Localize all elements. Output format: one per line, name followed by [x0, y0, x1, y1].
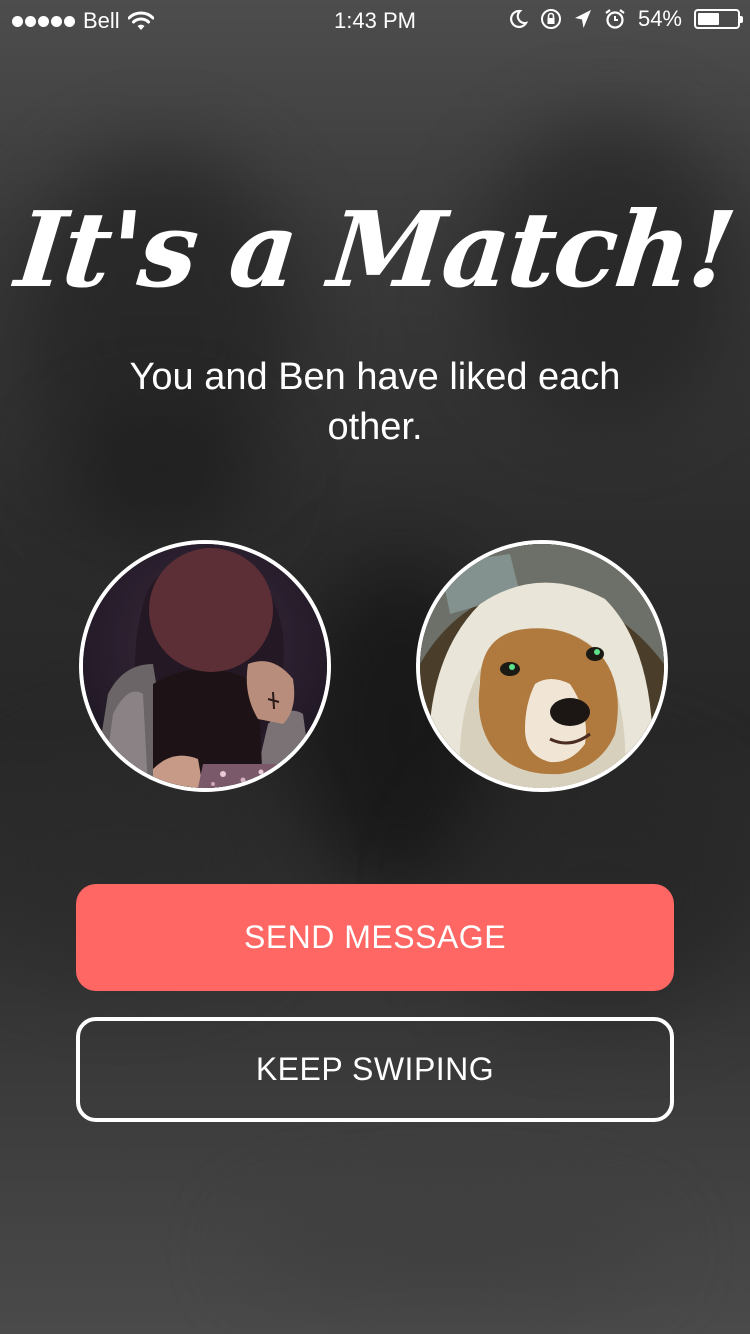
blurred-face	[149, 548, 273, 672]
match-title: It's a Match!	[10, 188, 740, 311]
match-avatar	[416, 540, 668, 792]
keep-swiping-label: KEEP SWIPING	[255, 1051, 495, 1087]
location-arrow-icon	[574, 10, 591, 28]
user-avatar	[79, 540, 331, 792]
battery-icon	[694, 9, 743, 29]
alarm-icon	[605, 9, 625, 29]
match-subtitle: You and Ben have liked each other.	[129, 356, 621, 448]
battery-level-fill	[698, 13, 719, 25]
status-bar: Bell 1:43 PM 54%	[0, 0, 750, 40]
moon-icon	[509, 9, 528, 29]
rotation-lock-icon	[540, 9, 561, 29]
dog-photo	[420, 544, 664, 788]
send-message-button[interactable]: SEND MESSAGE	[76, 884, 674, 991]
keep-swiping-button[interactable]: KEEP SWIPING	[76, 1017, 674, 1122]
status-bar-right: 54%	[508, 6, 743, 32]
battery-percent: 54%	[637, 6, 682, 31]
send-message-label: SEND MESSAGE	[243, 919, 507, 955]
